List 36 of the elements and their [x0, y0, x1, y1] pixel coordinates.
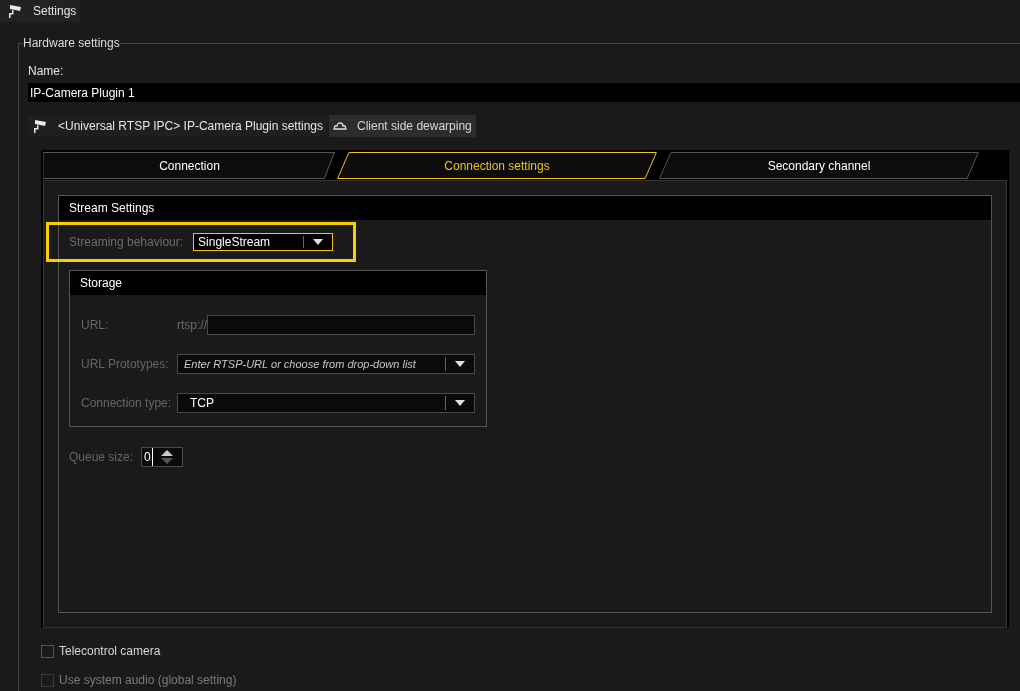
- name-field[interactable]: IP-Camera Plugin 1: [28, 83, 1020, 102]
- streaming-behaviour-dropdown[interactable]: SingleStream: [193, 233, 334, 251]
- field-label: URL Prototypes:: [81, 356, 170, 373]
- checkbox[interactable]: [41, 644, 54, 658]
- url-prefix: rtsp://: [177, 317, 207, 334]
- tab[interactable]: Secondary channel: [658, 152, 980, 179]
- url-field[interactable]: [207, 315, 475, 335]
- security-camera-icon: [32, 118, 48, 134]
- checkbox-label: Telecontrol camera: [59, 643, 161, 660]
- tab[interactable]: Connection settings: [336, 152, 658, 179]
- field-label: Streaming behaviour:: [69, 234, 184, 251]
- connection-type-dropdown[interactable]: TCP: [177, 393, 475, 413]
- dropdown-value: SingleStream: [197, 234, 272, 251]
- group-title: Storage: [80, 275, 123, 292]
- plugin-tab[interactable]: <Universal RTSP IPC> IP-Camera Plugin settings: [28, 115, 327, 137]
- url-prototypes-dropdown[interactable]: Enter RTSP-URL or choose from drop-down list: [177, 354, 475, 374]
- window-title: Settings: [33, 3, 77, 20]
- field-label: Connection type:: [81, 395, 173, 412]
- tab[interactable]: Connection: [43, 152, 336, 179]
- field-label: URL:: [81, 317, 110, 334]
- dropdown-value: Enter RTSP-URL or choose from drop-down list: [183, 356, 417, 372]
- name-label: Name:: [28, 63, 65, 79]
- plugin-tab[interactable]: Client side dewarping: [329, 115, 476, 137]
- field-label: Queue size:: [69, 449, 134, 466]
- dome-camera-icon: [333, 121, 347, 131]
- spinner-value: 0: [144, 448, 153, 466]
- queue-size-spinner[interactable]: 0: [141, 447, 184, 467]
- dropdown-value: TCP: [189, 395, 215, 412]
- caret-icon: [313, 239, 324, 245]
- caret-icon: [455, 400, 465, 406]
- caret-icon: [455, 361, 465, 367]
- up-down-arrows-icon: [160, 449, 173, 465]
- checkbox-label: Use system audio (global setting): [59, 672, 237, 689]
- security-camera-icon: [7, 3, 23, 19]
- group-title: Stream Settings: [69, 200, 155, 217]
- group-legend: Hardware settings: [23, 35, 120, 51]
